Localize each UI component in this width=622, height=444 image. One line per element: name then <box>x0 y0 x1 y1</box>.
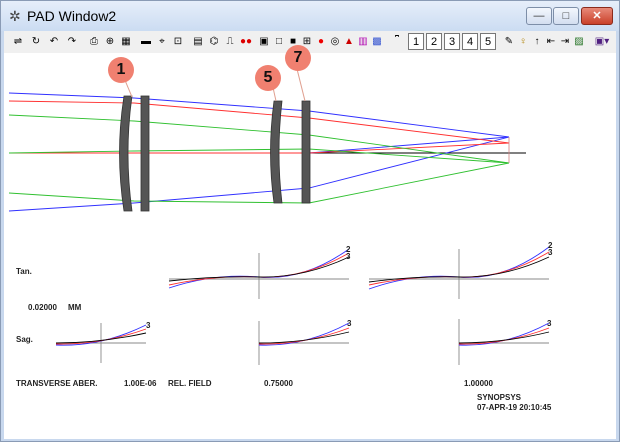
sag-label: Sag. <box>16 335 33 344</box>
ray-trace <box>8 92 510 212</box>
curve-label-3c: 3 <box>146 321 151 330</box>
curve-label-3b: 3 <box>548 248 553 257</box>
sag-aberration-plots <box>55 319 550 365</box>
redo-icon[interactable]: ↷ <box>64 33 80 50</box>
curve-label-3: 3 <box>346 252 351 261</box>
rotate-icon[interactable]: ↻ <box>28 33 44 50</box>
lens-2 <box>140 95 150 212</box>
lens-icon[interactable]: ▬ <box>138 33 154 50</box>
tan-label: Tan. <box>16 267 32 276</box>
title-bar[interactable]: ✲ PAD Window2 — □ ✕ <box>1 1 619 31</box>
adjust-icon[interactable]: ⇌ <box>10 33 26 50</box>
grid-icon[interactable]: ▦ <box>118 33 134 50</box>
scale-icon[interactable]: ⎴ <box>390 33 404 50</box>
menu-icon[interactable]: ▣▾ <box>590 33 614 50</box>
field-value-0: 0.75000 <box>264 379 293 388</box>
tree-icon[interactable]: ▲ <box>342 33 356 50</box>
surface-3-button[interactable]: 3 <box>444 33 460 50</box>
surface-1-button[interactable]: 1 <box>408 33 424 50</box>
curve-label-3e: 3 <box>547 319 552 328</box>
undo-icon[interactable]: ↶ <box>46 33 62 50</box>
surface-5-button[interactable]: 5 <box>480 33 496 50</box>
zoom-icon[interactable]: ⊕ <box>102 33 118 50</box>
lens-label-7: 7 <box>285 45 311 71</box>
right-limit-icon[interactable]: ⇥ <box>558 33 572 50</box>
pencil-icon[interactable]: ✎ <box>502 33 516 50</box>
image-icon[interactable]: ▨ <box>572 33 586 50</box>
lens-label-1: 1 <box>108 57 134 83</box>
minimize-button[interactable]: — <box>526 7 552 25</box>
record-icon[interactable]: ● <box>314 33 328 50</box>
vignette-icon[interactable]: ⊡ <box>170 33 186 50</box>
curve-label-3d: 3 <box>347 319 352 328</box>
lens-label-5: 5 <box>255 65 281 91</box>
bars-icon[interactable]: ▥ <box>356 33 370 50</box>
fan-icon[interactable]: ⌬ <box>206 33 222 50</box>
pad-app-icon: ✲ <box>9 8 21 24</box>
close-button[interactable]: ✕ <box>581 7 613 25</box>
plot-canvas[interactable]: 1 5 7 2 3 2 3 3 3 3 Tan. Sag. 0.02000 MM… <box>4 45 616 439</box>
pad-window: ✲ PAD Window2 — □ ✕ ⇌ ↻ ↶ ↷ ⎙ ⊕ ▦ ▬ ⌖ ⊡ … <box>0 0 620 442</box>
software-label: SYNOPSYS <box>477 393 522 402</box>
window-title: PAD Window2 <box>27 8 117 24</box>
dots-icon[interactable]: ●● <box>238 33 254 50</box>
toolbar: ⇌ ↻ ↶ ↷ ⎙ ⊕ ▦ ▬ ⌖ ⊡ ▤ ⌬ ⎍ ●● ▣ □ ■ ⊞ ● ◎… <box>4 31 616 54</box>
surface-4-button[interactable]: 4 <box>462 33 478 50</box>
bulb-icon[interactable]: ♀ <box>516 33 530 50</box>
calc-icon[interactable]: ▤ <box>190 33 206 50</box>
box-icon[interactable]: □ <box>272 33 286 50</box>
lens-7 <box>301 100 311 204</box>
timestamp: 07-APR-19 20:10:45 <box>477 403 552 412</box>
footer-title: TRANSVERSE ABER. <box>16 379 98 388</box>
up-arrow-icon[interactable]: ↑ <box>530 33 544 50</box>
pattern-icon[interactable]: ▩ <box>370 33 384 50</box>
tan-aberration-plots <box>168 246 550 299</box>
maximize-button[interactable]: □ <box>553 7 579 25</box>
frame-icon[interactable]: ▣ <box>256 33 272 50</box>
shading-icon[interactable]: ◎ <box>328 33 342 50</box>
field-value-1: 1.00000 <box>464 379 493 388</box>
scale-value: 0.02000 <box>28 303 57 312</box>
footer-field: REL. FIELD <box>168 379 212 388</box>
lens-5 <box>270 100 283 204</box>
surface-2-button[interactable]: 2 <box>426 33 442 50</box>
ruler-icon[interactable]: ⎍ <box>222 33 238 50</box>
spot-icon[interactable]: ⌖ <box>154 33 170 50</box>
left-limit-icon[interactable]: ⇤ <box>544 33 558 50</box>
print-icon[interactable]: ⎙ <box>86 33 102 50</box>
scale-unit: MM <box>68 303 82 312</box>
footer-scale: 1.00E-06 <box>124 379 157 388</box>
